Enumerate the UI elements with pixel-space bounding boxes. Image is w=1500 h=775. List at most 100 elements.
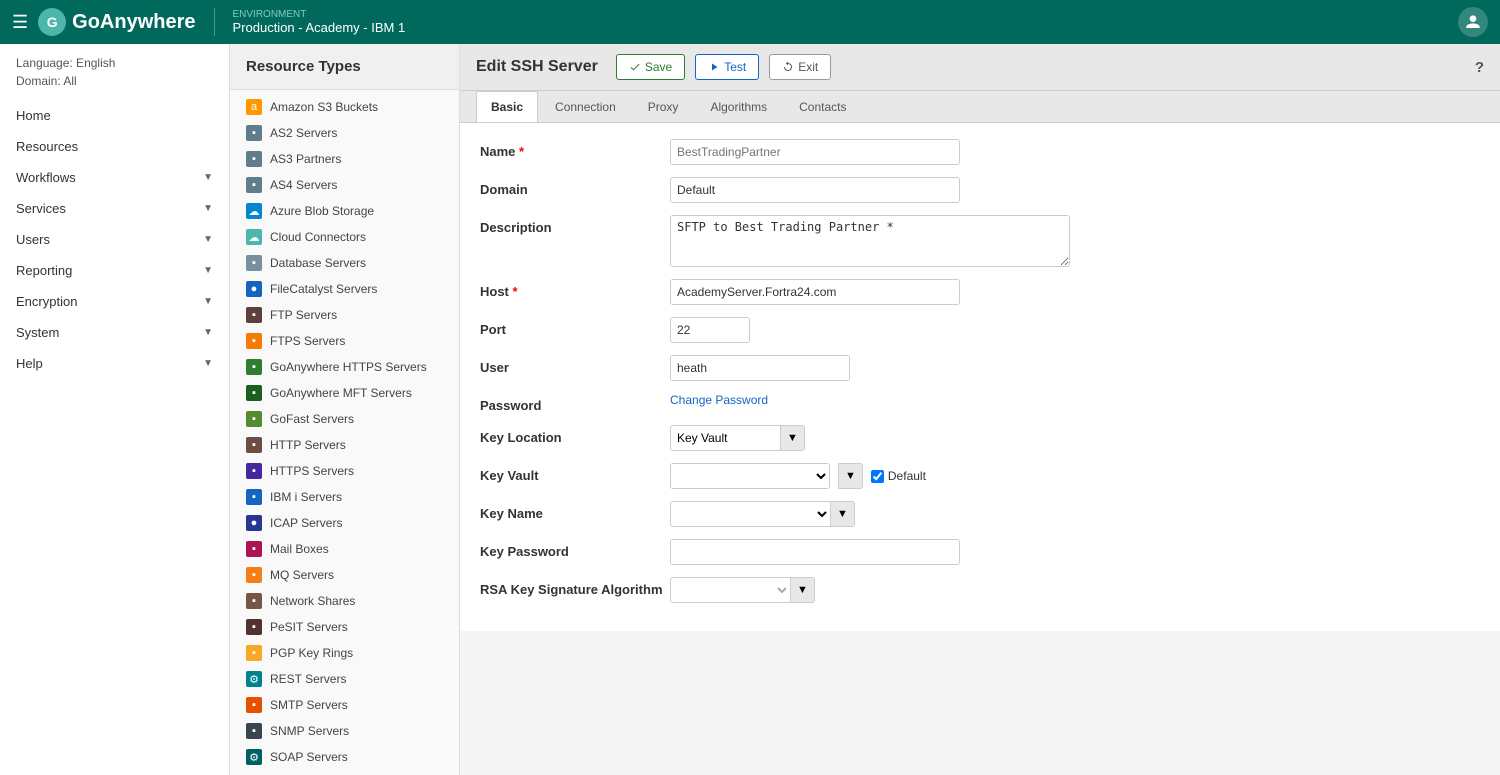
sidebar-item-resources[interactable]: Resources	[0, 131, 229, 162]
list-item[interactable]: ▪ AS3 Partners	[230, 146, 459, 172]
mq-icon: ▪	[246, 567, 262, 583]
tab-basic[interactable]: Basic	[476, 91, 538, 122]
key-name-select[interactable]	[670, 501, 830, 527]
form-row-rsa: RSA Key Signature Algorithm ssh-rsa ▼	[480, 577, 1480, 603]
sidebar-item-home[interactable]: Home	[0, 100, 229, 131]
chevron-down-icon: ▼	[203, 172, 213, 183]
key-vault-select[interactable]	[670, 463, 830, 489]
list-item[interactable]: ▪ FTPS Servers	[230, 328, 459, 354]
azure-label: Azure Blob Storage	[270, 204, 374, 218]
required-indicator: *	[519, 144, 524, 159]
chevron-down-icon: ▼	[203, 203, 213, 214]
list-item[interactable]: ⚙ REST Servers	[230, 666, 459, 692]
snmp-label: SNMP Servers	[270, 724, 349, 738]
list-item[interactable]: ☁ Azure Blob Storage	[230, 198, 459, 224]
user-icon[interactable]	[1458, 7, 1488, 37]
list-item[interactable]: ▪ SMTP Servers	[230, 692, 459, 718]
edit-header: Edit SSH Server Save Test Exit ?	[460, 44, 1500, 91]
mq-label: MQ Servers	[270, 568, 334, 582]
port-label: Port	[480, 317, 670, 337]
tab-algorithms[interactable]: Algorithms	[695, 91, 782, 122]
chevron-down-icon: ▼	[203, 265, 213, 276]
list-item[interactable]: ▪ PGP Key Rings	[230, 640, 459, 666]
list-item-ssh-active[interactable]: ▪ SSH Servers (SFTP/SCP/SSH)	[230, 770, 459, 775]
save-button[interactable]: Save	[616, 54, 685, 80]
list-item[interactable]: ▪ Mail Boxes	[230, 536, 459, 562]
list-item[interactable]: ▪ AS2 Servers	[230, 120, 459, 146]
domain-label: Domain	[480, 177, 670, 197]
as4-icon: ▪	[246, 177, 262, 193]
rest-icon: ⚙	[246, 671, 262, 687]
list-item[interactable]: ▪ FTP Servers	[230, 302, 459, 328]
filecatalyst-label: FileCatalyst Servers	[270, 282, 377, 296]
rsa-select[interactable]: ssh-rsa	[670, 577, 790, 603]
key-location-group: ▼	[670, 425, 805, 451]
key-vault-group: ▼ Default	[670, 463, 926, 489]
save-icon	[629, 61, 641, 73]
sidebar-item-encryption[interactable]: Encryption ▼	[0, 286, 229, 317]
list-item[interactable]: ▪ Database Servers	[230, 250, 459, 276]
name-input[interactable]	[670, 139, 960, 165]
name-label: Name *	[480, 139, 670, 159]
default-checkbox-label[interactable]: Default	[871, 469, 926, 483]
help-button[interactable]: ?	[1475, 59, 1484, 76]
hamburger-menu[interactable]: ☰	[12, 12, 28, 33]
key-location-input[interactable]	[670, 425, 780, 451]
list-item[interactable]: a Amazon S3 Buckets	[230, 94, 459, 120]
tab-connection[interactable]: Connection	[540, 91, 631, 122]
icap-icon: ●	[246, 515, 262, 531]
list-item[interactable]: ▪ GoAnywhere MFT Servers	[230, 380, 459, 406]
sidebar-item-users[interactable]: Users ▼	[0, 224, 229, 255]
test-button[interactable]: Test	[695, 54, 759, 80]
sidebar-item-system[interactable]: System ▼	[0, 317, 229, 348]
key-vault-dropdown-btn[interactable]: ▼	[838, 463, 863, 489]
sidebar-item-services[interactable]: Services ▼	[0, 193, 229, 224]
list-item[interactable]: ▪ PeSIT Servers	[230, 614, 459, 640]
list-item[interactable]: ▪ HTTP Servers	[230, 432, 459, 458]
list-item[interactable]: ● ICAP Servers	[230, 510, 459, 536]
list-item[interactable]: ▪ MQ Servers	[230, 562, 459, 588]
description-label: Description	[480, 215, 670, 235]
change-password-link[interactable]: Change Password	[670, 393, 768, 407]
domain-input[interactable]	[670, 177, 960, 203]
form-row-name: Name *	[480, 139, 1480, 165]
database-icon: ▪	[246, 255, 262, 271]
ftps-icon: ▪	[246, 333, 262, 349]
env-label: ENVIRONMENT	[233, 9, 406, 20]
default-checkbox[interactable]	[871, 470, 884, 483]
user-input[interactable]	[670, 355, 850, 381]
nav-divider	[214, 8, 215, 36]
form-row-key-name: Key Name ▼	[480, 501, 1480, 527]
key-password-input[interactable]	[670, 539, 960, 565]
key-location-dropdown-btn[interactable]: ▼	[780, 425, 805, 451]
tabs-bar: Basic Connection Proxy Algorithms Contac…	[460, 91, 1500, 123]
list-item[interactable]: ▪ AS4 Servers	[230, 172, 459, 198]
list-item[interactable]: ☁ Cloud Connectors	[230, 224, 459, 250]
list-item[interactable]: ▪ SNMP Servers	[230, 718, 459, 744]
sidebar-meta: Language: English Domain: All	[0, 56, 229, 100]
https-icon: ▪	[246, 463, 262, 479]
key-location-label: Key Location	[480, 425, 670, 445]
list-item[interactable]: ● FileCatalyst Servers	[230, 276, 459, 302]
list-item[interactable]: ⚙ SOAP Servers	[230, 744, 459, 770]
list-item[interactable]: ▪ IBM i Servers	[230, 484, 459, 510]
sidebar-item-reporting[interactable]: Reporting ▼	[0, 255, 229, 286]
sidebar-item-workflows[interactable]: Workflows ▼	[0, 162, 229, 193]
list-item[interactable]: ▪ Network Shares	[230, 588, 459, 614]
host-input[interactable]	[670, 279, 960, 305]
exit-button[interactable]: Exit	[769, 54, 831, 80]
sidebar-item-reporting-label: Reporting	[16, 263, 72, 278]
tab-proxy[interactable]: Proxy	[633, 91, 694, 122]
default-label-text: Default	[888, 469, 926, 483]
key-name-dropdown-btn[interactable]: ▼	[830, 501, 855, 527]
main-content: Edit SSH Server Save Test Exit ? Basic C…	[460, 44, 1500, 775]
port-input[interactable]	[670, 317, 750, 343]
tab-contacts[interactable]: Contacts	[784, 91, 861, 122]
rsa-dropdown-btn[interactable]: ▼	[790, 577, 815, 603]
sidebar-item-help[interactable]: Help ▼	[0, 348, 229, 379]
list-item[interactable]: ▪ HTTPS Servers	[230, 458, 459, 484]
sidebar-item-users-label: Users	[16, 232, 50, 247]
list-item[interactable]: ▪ GoFast Servers	[230, 406, 459, 432]
list-item[interactable]: ▪ GoAnywhere HTTPS Servers	[230, 354, 459, 380]
description-textarea[interactable]	[670, 215, 1070, 267]
